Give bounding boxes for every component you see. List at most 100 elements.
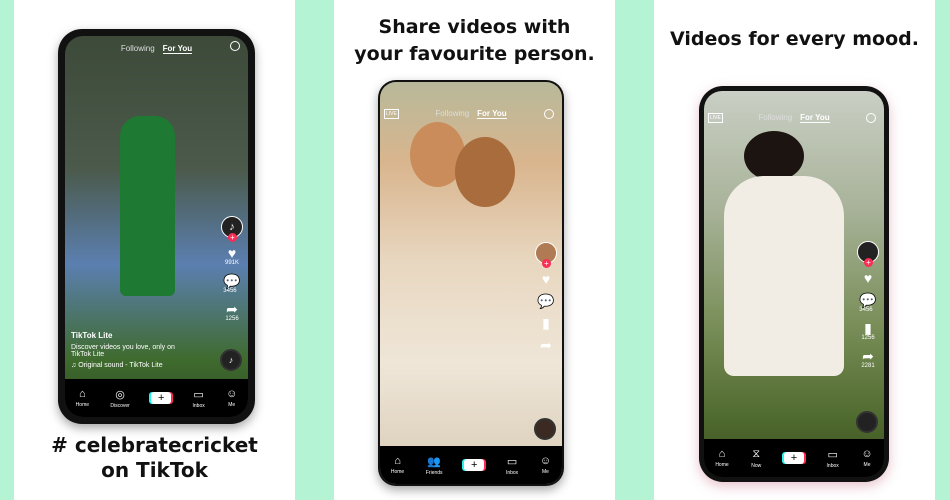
- tab-following[interactable]: Following: [758, 113, 792, 123]
- nav-label: Inbox: [192, 402, 205, 409]
- nav-me[interactable]: ☺ Me: [226, 388, 237, 408]
- nav-friends[interactable]: 👥 Friends: [426, 455, 443, 476]
- caption-line: Videos for every mood.: [670, 28, 919, 50]
- tab-following[interactable]: Following: [435, 109, 469, 119]
- top-nav: Following For You: [704, 113, 884, 123]
- screenshot-panel-mood: Videos for every mood. LIVE Following Fo…: [654, 0, 935, 500]
- create-button[interactable]: +: [464, 459, 485, 471]
- search-icon[interactable]: [230, 41, 240, 51]
- heart-icon[interactable]: ♥: [864, 271, 872, 285]
- action-rail: + ♥ 💬 ▮ ➦: [535, 242, 557, 352]
- video-screen[interactable]: LIVE Following For You + ♥ 💬 3456 ▮ 1256 ➦…: [704, 91, 884, 477]
- heart-icon: ♥: [227, 245, 237, 261]
- white-dress: [724, 176, 844, 376]
- action-rail: ♪ + ♥ 991K 💬 3456 ➦ 1256: [221, 216, 243, 322]
- caption: # celebratecricket on TikTok: [14, 433, 295, 483]
- profile-avatar[interactable]: +: [857, 241, 879, 267]
- nav-discover[interactable]: ◎ Discover: [110, 388, 129, 409]
- nav-now[interactable]: ⧖ Now: [751, 448, 761, 469]
- tab-following[interactable]: Following: [121, 44, 155, 54]
- nav-home[interactable]: ⌂ Home: [715, 448, 728, 468]
- nav-inbox[interactable]: ▭ Inbox: [193, 388, 205, 409]
- video-screen[interactable]: Following For You ♪ + ♥ 991K 💬 3456 ➦ 1256 T…: [65, 36, 248, 417]
- comment-button[interactable]: 💬 3456: [223, 274, 240, 294]
- video-screen[interactable]: LIVE Following For You + ♥ 💬 ▮ ➦ ⌂ Home 👥…: [380, 82, 562, 484]
- nav-me[interactable]: ☺ Me: [861, 448, 872, 468]
- share-count: 2281: [861, 363, 875, 369]
- post-author[interactable]: TikTok Lite: [71, 331, 191, 340]
- follow-plus-icon[interactable]: +: [228, 233, 237, 242]
- nav-label: Home: [75, 402, 90, 408]
- nav-label: Discover: [110, 402, 130, 409]
- follow-plus-icon[interactable]: +: [542, 259, 551, 268]
- screenshot-panel-friends: Share videos with your favourite person.…: [334, 0, 615, 500]
- caption: Videos for every mood.: [654, 28, 935, 50]
- nav-label: Home: [715, 462, 729, 468]
- sound-disc-icon[interactable]: ♪: [220, 349, 242, 371]
- nav-label: Me: [863, 462, 871, 468]
- follow-plus-icon[interactable]: +: [864, 258, 873, 267]
- post-info: TikTok Lite Discover videos you love, on…: [71, 331, 191, 369]
- comment-button[interactable]: 💬 3456: [859, 293, 876, 313]
- top-nav: Following For You: [65, 44, 248, 54]
- post-description: Discover videos you love, only on TikTok…: [71, 344, 175, 358]
- home-icon: ⌂: [718, 448, 726, 460]
- person-icon: ☺: [539, 455, 552, 467]
- share-button[interactable]: ➦ 1256: [225, 302, 238, 322]
- share-icon[interactable]: ➦: [540, 338, 552, 352]
- share-icon: ➦: [862, 348, 874, 364]
- person-hair: [744, 131, 804, 181]
- profile-avatar[interactable]: ♪ +: [221, 216, 243, 242]
- screenshot-panel-cricket: Following For You ♪ + ♥ 991K 💬 3456 ➦ 1256 T…: [14, 0, 295, 500]
- cricket-player: [120, 116, 175, 296]
- nav-inbox[interactable]: ▭ Inbox: [827, 448, 839, 469]
- friends-icon: 👥: [427, 455, 442, 468]
- like-count: 991K: [224, 260, 239, 266]
- top-nav: Following For You: [380, 109, 562, 119]
- nav-label: Friends: [425, 469, 443, 476]
- caption-line: # celebratecricket: [51, 433, 258, 457]
- nav-label: Inbox: [505, 469, 519, 476]
- share-count: 1256: [225, 316, 239, 322]
- search-icon[interactable]: [866, 113, 876, 123]
- bottom-nav: ⌂ Home 👥 Friends + ▭ Inbox ☺ Me: [380, 446, 562, 484]
- bookmark-icon[interactable]: ▮: [542, 316, 550, 330]
- caption-line: on TikTok: [101, 458, 208, 482]
- comment-icon[interactable]: 💬: [537, 294, 554, 308]
- caption-line: your favourite person.: [354, 43, 595, 65]
- inbox-icon: ▭: [506, 455, 518, 468]
- inbox-icon: ▭: [827, 448, 838, 461]
- tab-for-you[interactable]: For You: [477, 109, 507, 119]
- nav-home[interactable]: ⌂ Home: [391, 455, 404, 475]
- nav-label: Now: [751, 462, 762, 469]
- nav-label: Me: [542, 469, 549, 475]
- nav-inbox[interactable]: ▭ Inbox: [506, 455, 518, 476]
- phone-frame: LIVE Following For You + ♥ 💬 ▮ ➦ ⌂ Home 👥…: [378, 80, 564, 486]
- action-rail: + ♥ 💬 3456 ▮ 1256 ➦ 2281: [857, 241, 879, 369]
- search-icon[interactable]: [544, 109, 554, 119]
- like-button[interactable]: ♥ 991K: [225, 246, 239, 266]
- profile-avatar[interactable]: +: [535, 242, 557, 268]
- caption: Share videos with your favourite person.: [334, 14, 615, 68]
- share-button[interactable]: ➦ 2281: [861, 349, 874, 369]
- tab-for-you[interactable]: For You: [162, 44, 193, 54]
- now-icon: ⧖: [752, 447, 761, 460]
- sound-label[interactable]: ♫ Original sound - TikTok Lite: [71, 362, 191, 369]
- phone-frame: Following For You ♪ + ♥ 991K 💬 3456 ➦ 1256 T…: [58, 29, 255, 424]
- tab-for-you[interactable]: For You: [800, 113, 830, 123]
- save-button[interactable]: ▮ 1256: [861, 321, 874, 341]
- nav-me[interactable]: ☺ Me: [540, 455, 551, 475]
- save-count: 1256: [861, 335, 875, 341]
- sound-disc-icon[interactable]: [856, 411, 878, 433]
- nav-label: Home: [390, 469, 405, 475]
- phone-frame: LIVE Following For You + ♥ 💬 3456 ▮ 1256 ➦…: [699, 86, 889, 482]
- heart-icon[interactable]: ♥: [542, 272, 550, 286]
- sound-disc-icon[interactable]: [534, 418, 556, 440]
- compass-icon: ◎: [115, 388, 125, 401]
- nav-home[interactable]: ⌂ Home: [76, 388, 89, 408]
- bottom-nav: ⌂ Home ◎ Discover + ▭ Inbox ☺ Me: [65, 379, 248, 417]
- create-button[interactable]: +: [783, 452, 804, 464]
- home-icon: ⌂: [394, 455, 401, 467]
- create-button[interactable]: +: [151, 392, 172, 404]
- home-icon: ⌂: [79, 388, 86, 400]
